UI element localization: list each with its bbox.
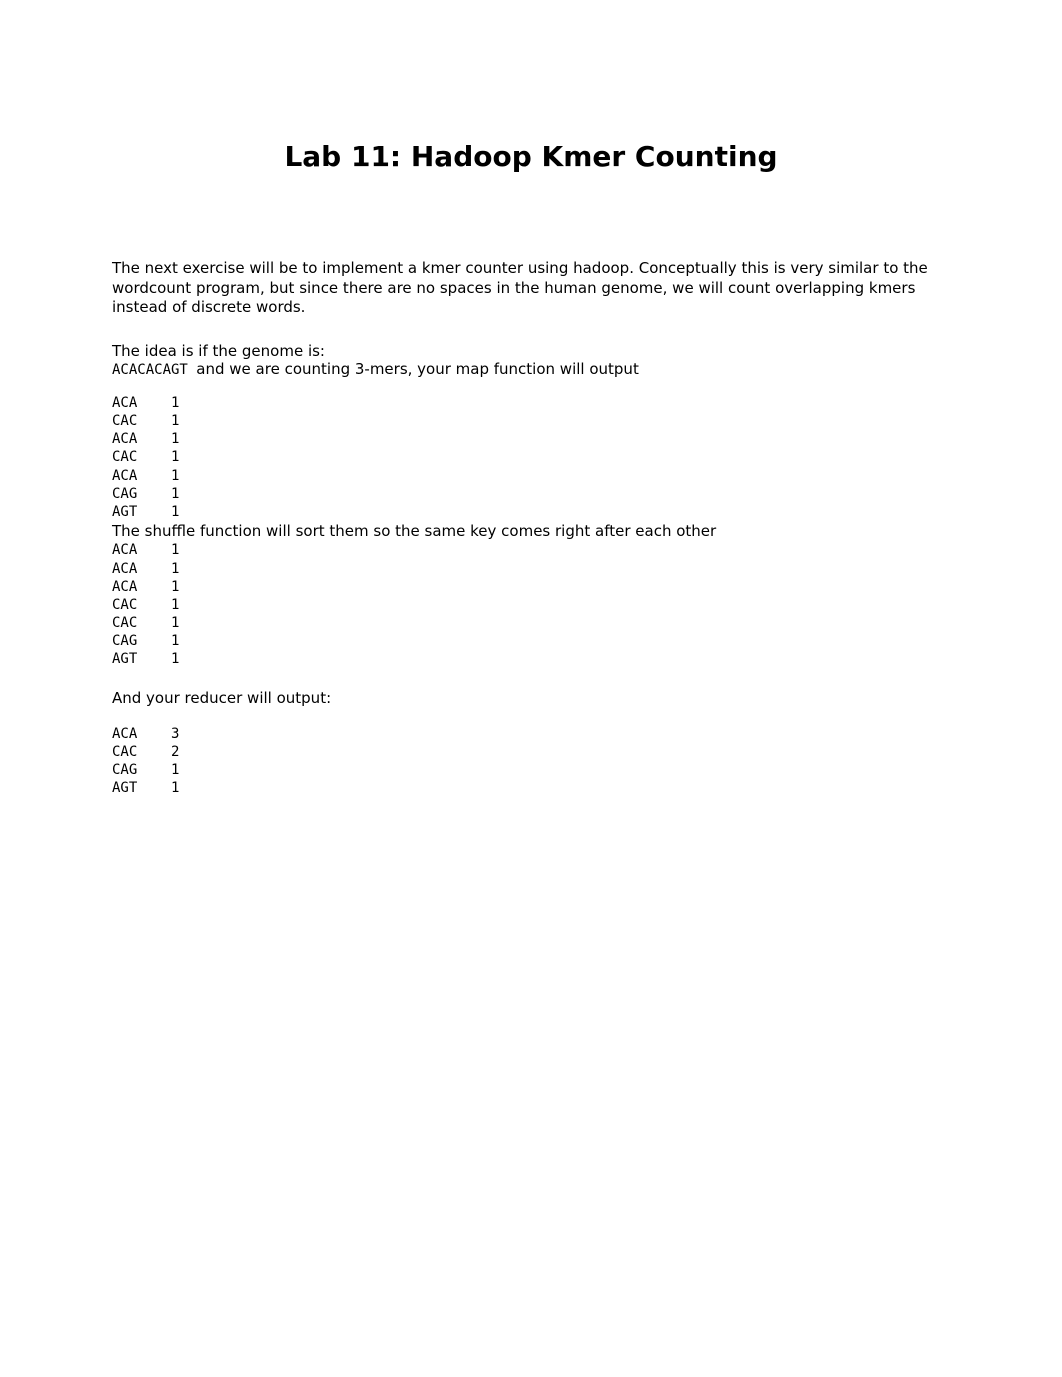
map-output-block: ACA 1 CAC 1 ACA 1 CAC 1 ACA 1 CAG 1 AGT … (112, 394, 950, 521)
shuffle-text: The shuffle function will sort them so t… (112, 521, 950, 541)
reducer-text: And your reducer will output: (112, 689, 950, 707)
page-title: Lab 11: Hadoop Kmer Counting (112, 140, 950, 173)
idea-intro: The idea is if the genome is: (112, 342, 325, 360)
genome-sequence: ACACACAGT (112, 362, 196, 378)
shuffle-output-block: ACA 1 ACA 1 ACA 1 CAC 1 CAC 1 CAG 1 AGT … (112, 541, 950, 668)
after-genome-text: and we are counting 3-mers, your map fun… (196, 360, 639, 378)
reducer-output-block: ACA 3 CAC 2 CAG 1 AGT 1 (112, 725, 950, 798)
idea-section: The idea is if the genome is: ACACACAGT … (112, 342, 950, 380)
intro-paragraph: The next exercise will be to implement a… (112, 259, 950, 318)
